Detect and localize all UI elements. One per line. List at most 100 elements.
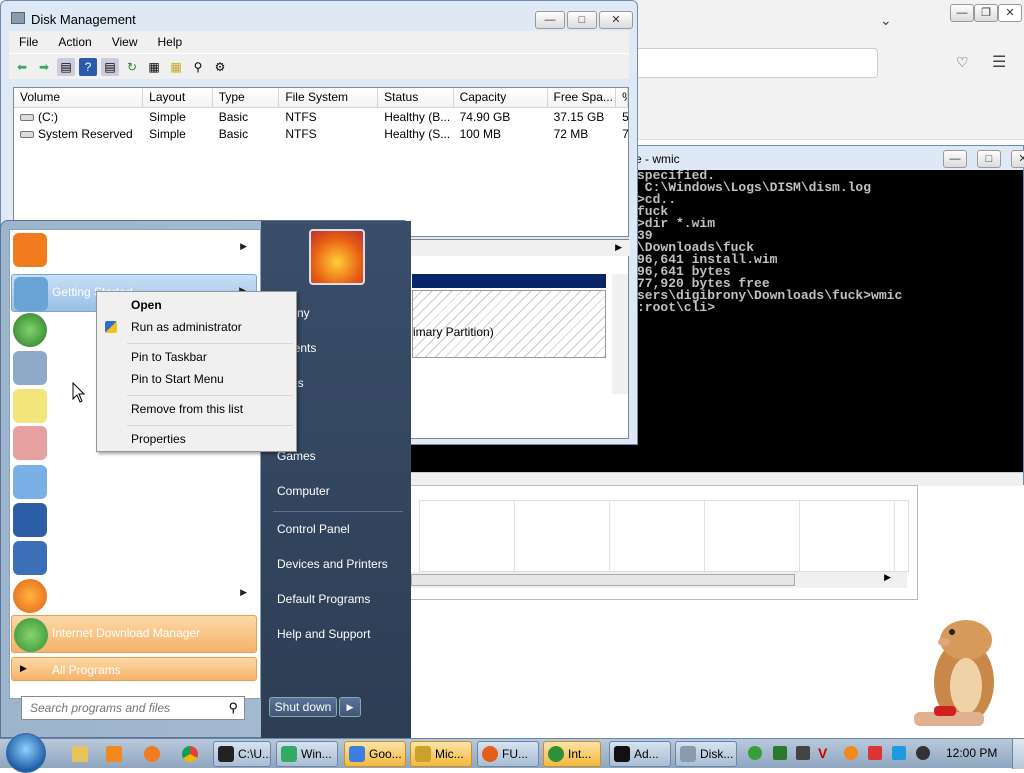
scroll-thumb[interactable]: [411, 574, 795, 586]
properties-icon[interactable]: ▤: [101, 57, 119, 76]
taskbar-button-google[interactable]: Goo...: [344, 741, 406, 767]
url-bar[interactable]: [634, 48, 878, 78]
clock-time[interactable]: 12:00 PM: [946, 746, 997, 760]
taskbar-button-mic[interactable]: Mic...: [410, 741, 472, 767]
menu-view[interactable]: View: [102, 35, 148, 49]
all-programs-item[interactable]: ▶ All Programs: [11, 657, 257, 681]
column-header[interactable]: Status: [378, 88, 454, 107]
taskbar-button-disk-management[interactable]: Disk...: [675, 741, 737, 767]
place-help-and-support[interactable]: Help and Support: [277, 627, 370, 641]
program-item[interactable]: [11, 539, 257, 577]
program-item-internet-download-manager[interactable]: Internet Download Manager: [11, 615, 257, 653]
menu-item-remove-from-list[interactable]: Remove from this list: [131, 402, 243, 416]
taskbar-button-7zip[interactable]: C:\U...: [213, 741, 271, 767]
tray-battery-icon[interactable]: [796, 746, 810, 760]
filesystem-cell: NTFS: [285, 110, 317, 124]
column-header[interactable]: Free Spa...: [548, 88, 617, 107]
search-box[interactable]: ⚲: [21, 696, 245, 720]
taskbar-label: Goo...: [369, 747, 402, 761]
pocket-icon[interactable]: ♡: [956, 54, 969, 71]
taskbar-button-admin-cmd[interactable]: Ad...: [609, 741, 671, 767]
layout-cell: Simple: [149, 127, 186, 141]
hamburger-menu-icon[interactable]: ☰: [992, 52, 1006, 72]
rescan-icon[interactable]: ▦: [145, 58, 163, 76]
chevron-down-icon[interactable]: ⌄: [880, 12, 892, 29]
menu-separator: [127, 343, 293, 344]
tray-antivirus-icon[interactable]: V: [818, 746, 832, 760]
volume-cell: (C:): [14, 108, 143, 125]
quicklaunch-uc-browser-icon[interactable]: [144, 746, 160, 762]
title-bar[interactable]: Disk Management — □ ✕: [1, 1, 637, 35]
place-default-programs[interactable]: Default Programs: [277, 592, 370, 606]
column-header[interactable]: File System: [279, 88, 379, 107]
minimize-button[interactable]: —: [943, 150, 967, 168]
table-row[interactable]: System Reserved Simple Basic NTFS Health…: [14, 125, 628, 142]
horizontal-scrollbar[interactable]: ▶: [411, 572, 907, 588]
program-item[interactable]: [11, 501, 257, 539]
tray-search-icon[interactable]: [844, 746, 858, 760]
shutdown-button[interactable]: Shut down: [269, 697, 337, 717]
menu-item-run-as-administrator[interactable]: Run as administrator: [131, 320, 242, 334]
column-header[interactable]: Layout: [143, 88, 213, 107]
tray-flag-icon[interactable]: [868, 746, 882, 760]
user-avatar[interactable]: [309, 229, 365, 285]
tray-volume-icon[interactable]: [916, 746, 930, 760]
quicklaunch-media-player-icon[interactable]: [106, 746, 122, 762]
scroll-right-arrow[interactable]: ▶: [884, 572, 891, 583]
horizontal-scrollbar[interactable]: [411, 472, 1023, 486]
maximize-button[interactable]: □: [977, 150, 1001, 168]
taskbar-button-win[interactable]: Win...: [276, 741, 338, 767]
search-input[interactable]: [22, 701, 223, 715]
start-button[interactable]: [6, 733, 46, 773]
tray-network-globe-icon[interactable]: [748, 746, 762, 760]
column-header[interactable]: Type: [213, 88, 280, 107]
free-space-cell: 37.15 GB: [553, 110, 605, 124]
program-item[interactable]: ▶: [11, 231, 257, 269]
minimize-button[interactable]: —: [535, 11, 565, 29]
menu-item-properties[interactable]: Properties: [131, 432, 186, 446]
back-arrow-icon[interactable]: ⬅: [13, 58, 31, 76]
minimize-button[interactable]: —: [950, 4, 974, 22]
menu-separator: [127, 425, 293, 426]
vertical-scrollbar[interactable]: [612, 274, 628, 394]
menu-item-open[interactable]: Open: [131, 298, 162, 312]
help-icon[interactable]: ?: [79, 57, 97, 76]
place-computer[interactable]: Computer: [277, 484, 330, 498]
search-icon[interactable]: ⚲: [189, 58, 207, 76]
menu-help[interactable]: Help: [148, 35, 193, 49]
menu-item-pin-to-start-menu[interactable]: Pin to Start Menu: [131, 372, 224, 386]
program-item[interactable]: ▶: [11, 577, 257, 615]
show-desktop-button[interactable]: [1012, 739, 1024, 769]
quicklaunch-chrome-icon[interactable]: [182, 746, 198, 762]
table-row[interactable]: (C:) Simple Basic NTFS Healthy (B... 74.…: [14, 108, 628, 125]
close-button[interactable]: ✕: [998, 4, 1022, 22]
menu-item-pin-to-taskbar[interactable]: Pin to Taskbar: [131, 350, 207, 364]
search-icon[interactable]: ⚲: [222, 700, 244, 716]
forward-arrow-icon[interactable]: ➡: [35, 58, 53, 76]
settings-icon[interactable]: ⚙: [211, 58, 229, 76]
maximize-button[interactable]: □: [567, 11, 597, 29]
program-item[interactable]: [11, 463, 257, 501]
tray-display-icon[interactable]: [892, 746, 906, 760]
menu-action[interactable]: Action: [48, 35, 101, 49]
taskbar-button-firefox[interactable]: FU...: [477, 741, 539, 767]
close-button[interactable]: ✕: [1011, 150, 1024, 168]
shutdown-options-button[interactable]: ▶: [339, 697, 361, 717]
scroll-right-arrow[interactable]: ▶: [615, 242, 622, 253]
column-header[interactable]: Capacity: [454, 88, 548, 107]
show-hide-console-icon[interactable]: ▤: [57, 57, 75, 76]
restore-button[interactable]: ❐: [974, 4, 998, 22]
tray-monitor-icon[interactable]: [773, 746, 787, 760]
column-header[interactable]: Volume: [14, 88, 144, 107]
column-header[interactable]: %: [616, 88, 628, 107]
partition-block[interactable]: imary Partition): [412, 290, 606, 358]
quicklaunch-explorer-icon[interactable]: [72, 746, 88, 762]
close-button[interactable]: ✕: [599, 11, 633, 29]
place-control-panel[interactable]: Control Panel: [277, 522, 350, 536]
refresh-icon[interactable]: ↻: [123, 58, 141, 76]
open-folder-icon[interactable]: ▦: [167, 58, 185, 76]
taskbar-label: Win...: [301, 747, 332, 761]
menu-file[interactable]: File: [9, 35, 48, 49]
taskbar-button-idm[interactable]: Int...: [543, 741, 601, 767]
place-devices-and-printers[interactable]: Devices and Printers: [277, 557, 388, 571]
